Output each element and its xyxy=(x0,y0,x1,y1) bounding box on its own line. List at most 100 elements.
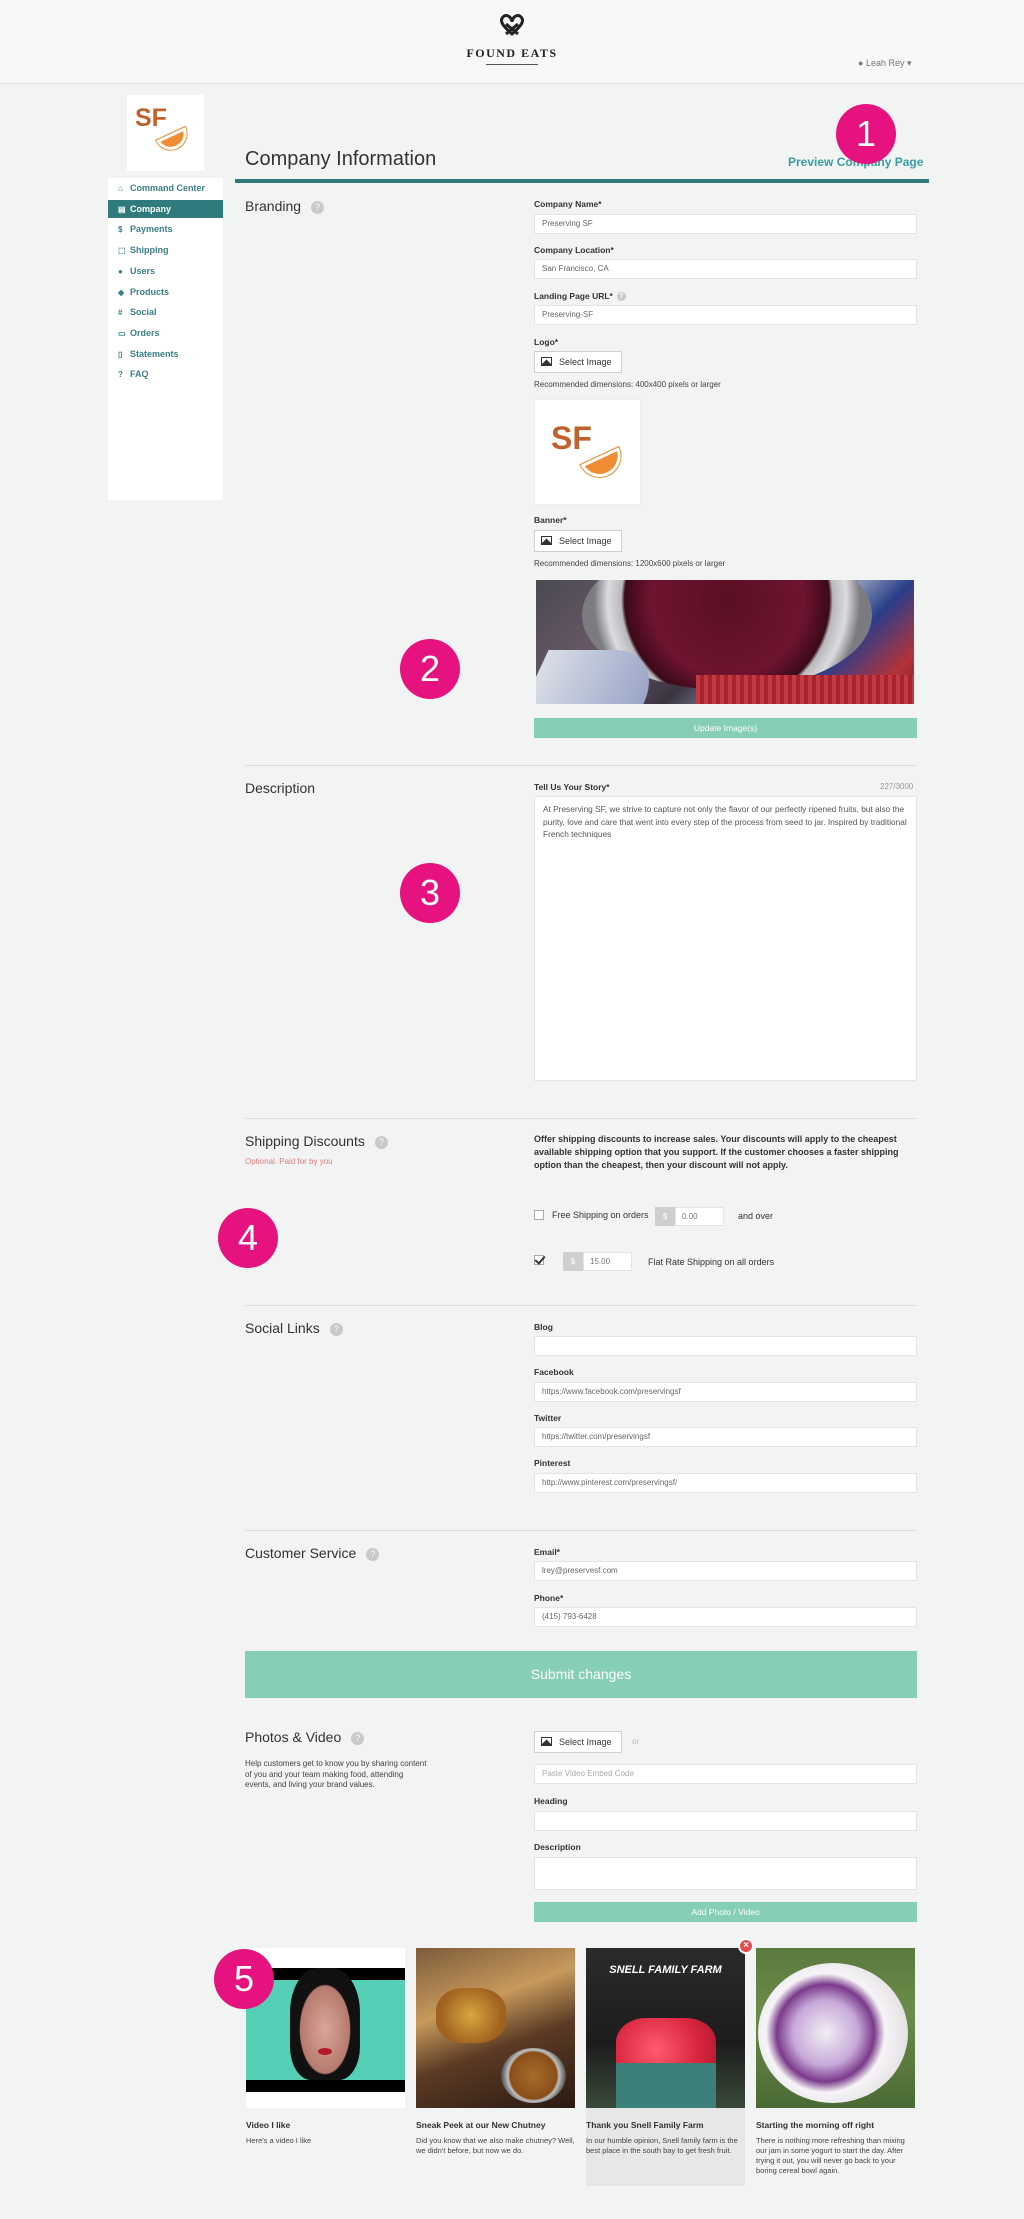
title-divider xyxy=(235,179,929,183)
sidebar-item-payments[interactable]: $ Payments xyxy=(108,220,223,238)
gallery-card[interactable]: Starting the morning off right There is … xyxy=(756,1948,915,2175)
card-text: Did you know that we also make chutney? … xyxy=(416,2136,575,2155)
shirt-text: SNELL FAMILY FARM xyxy=(609,1964,722,1976)
help-icon[interactable]: ? xyxy=(351,1731,365,1745)
card-text: There is nothing more refreshing than mi… xyxy=(756,2136,905,2175)
pretzel-logo-icon[interactable] xyxy=(497,12,527,42)
box-icon: ⬚ xyxy=(118,246,126,256)
social-section-title: Social Links? xyxy=(245,1320,343,1336)
sidebar-item-label: Shipping xyxy=(130,245,169,256)
annotation-badge: 1 xyxy=(836,104,896,164)
image-icon xyxy=(541,1737,552,1746)
chutney-toast xyxy=(436,1988,506,2043)
farm-photo: SNELL FAMILY FARM xyxy=(586,1948,745,2108)
help-icon[interactable]: ? xyxy=(374,1135,388,1149)
select-image-label: Select Image xyxy=(559,536,612,546)
user-menu[interactable]: ● Leah Rey ▾ xyxy=(858,58,912,69)
sidebar-item-orders[interactable]: ▭ Orders xyxy=(108,324,223,342)
video-embed-input[interactable]: Paste Video Embed Code xyxy=(534,1764,917,1784)
submit-changes-button[interactable]: Submit changes xyxy=(245,1651,917,1698)
email-input[interactable]: lrey@preservesf.com xyxy=(534,1561,917,1581)
sidebar-item-label: Company xyxy=(130,203,172,214)
logo-preview-text: SF xyxy=(551,420,592,456)
brand-name[interactable]: FOUND EATS xyxy=(466,46,557,61)
image-icon xyxy=(541,536,552,545)
card-title: Sneak Peek at our New Chutney xyxy=(416,2120,546,2130)
photo-description-textarea[interactable] xyxy=(534,1857,917,1890)
shipping-optional-note: Optional. Paid for by you xyxy=(245,1157,333,1166)
chutney-photo xyxy=(416,1948,575,2108)
user-icon: ● xyxy=(858,58,864,68)
and-over-label: and over xyxy=(738,1211,774,1221)
question-icon: ? xyxy=(118,370,123,380)
twitter-input[interactable]: https://twitter.com/preservingsf xyxy=(534,1427,917,1447)
sidebar-item-products[interactable]: ◆ Products xyxy=(108,283,223,301)
help-icon[interactable]: ? xyxy=(366,1547,380,1561)
annotation-badge: 2 xyxy=(400,639,460,699)
chutney-bowl xyxy=(501,2048,566,2103)
phone-input[interactable]: (415) 793-6428 xyxy=(534,1607,917,1627)
logo-preview: SF xyxy=(534,399,641,505)
dollar-icon: $ xyxy=(118,225,123,235)
heading-input[interactable] xyxy=(534,1811,917,1831)
description-section-title: Description xyxy=(245,780,316,796)
sidebar-item-company[interactable]: ▤ Company xyxy=(108,199,223,218)
flat-rate-amount-input[interactable]: 15.00 xyxy=(583,1252,632,1271)
photos-section-title: Photos & Video? xyxy=(245,1729,365,1745)
annotation-badge: 3 xyxy=(400,863,460,923)
sidebar-item-label: Command Center xyxy=(130,183,206,193)
sidebar-item-command-center[interactable]: ⌂ Command Center xyxy=(108,179,223,197)
help-icon[interactable]: ? xyxy=(311,200,325,214)
free-shipping-label: Free Shipping on orders xyxy=(552,1210,649,1220)
photos-title-text: Photos & Video xyxy=(245,1729,342,1745)
blog-input[interactable] xyxy=(534,1336,917,1356)
character-counter: 227/3000 xyxy=(880,782,914,791)
sidebar-item-social[interactable]: # Social xyxy=(108,303,223,321)
facebook-input[interactable]: https://www.facebook.com/preservingsf xyxy=(534,1382,917,1402)
story-textarea[interactable]: At Preserving SF, we strive to capture n… xyxy=(534,796,917,1081)
brand-underline xyxy=(486,64,538,65)
section-divider xyxy=(245,1530,917,1531)
video-lips xyxy=(318,2048,332,2055)
add-photo-video-button[interactable]: Add Photo / Video xyxy=(534,1902,917,1922)
gallery-card-selected[interactable]: SNELL FAMILY FARM Thank you Snell Family… xyxy=(586,1948,745,2186)
url-label-text: Landing Page URL* xyxy=(534,291,613,301)
berry-basket xyxy=(616,2063,716,2108)
sidebar-item-statements[interactable]: ▯ Statements xyxy=(108,345,223,363)
flat-rate-checkbox[interactable] xyxy=(534,1255,544,1265)
heading-label: Heading xyxy=(534,1796,568,1806)
annotation-badge: 5 xyxy=(214,1949,274,2009)
landing-page-url-input[interactable]: Preserving-SF xyxy=(534,305,917,325)
free-shipping-threshold-input[interactable]: 0.00 xyxy=(675,1207,724,1226)
close-icon[interactable]: × xyxy=(738,1938,754,1954)
facebook-label: Facebook xyxy=(534,1367,574,1377)
company-logo: SF xyxy=(127,95,204,171)
page-title: Company Information xyxy=(245,148,437,170)
pinterest-label: Pinterest xyxy=(534,1458,571,1468)
video-face xyxy=(290,1968,360,2080)
free-shipping-checkbox[interactable] xyxy=(534,1210,544,1220)
twitter-label: Twitter xyxy=(534,1413,562,1423)
sidebar-item-label: FAQ xyxy=(130,369,149,380)
help-icon[interactable]: ? xyxy=(329,1322,343,1336)
company-location-input[interactable]: San Francisco, CA xyxy=(534,259,917,279)
select-logo-button[interactable]: Select Image xyxy=(534,351,622,373)
logo-dimension-note: Recommended dimensions: 400x400 pixels o… xyxy=(534,380,721,389)
sidebar-item-users[interactable]: ● Users xyxy=(108,262,223,280)
sidebar-item-faq[interactable]: ? FAQ xyxy=(108,365,223,383)
photos-description: Help customers get to know you by sharin… xyxy=(245,1759,427,1789)
flat-rate-label: Flat Rate Shipping on all orders xyxy=(648,1257,775,1267)
document-icon: ▯ xyxy=(118,349,123,359)
red-cloth xyxy=(696,675,914,704)
update-images-button[interactable]: Update Image(s) xyxy=(534,718,917,738)
pinterest-input[interactable]: http://www.pinterest.com/preservingsf/ xyxy=(534,1473,917,1493)
help-icon[interactable]: ? xyxy=(616,292,626,302)
select-banner-button[interactable]: Select Image xyxy=(534,530,622,552)
sidebar-item-label: Social xyxy=(130,307,157,318)
gallery-card[interactable]: Sneak Peek at our New Chutney Did you kn… xyxy=(416,1948,575,2155)
select-image-label: Select Image xyxy=(559,357,612,367)
sidebar-item-shipping[interactable]: ⬚ Shipping xyxy=(108,241,223,259)
cart-icon: ▭ xyxy=(118,328,126,338)
select-photo-button[interactable]: Select Image xyxy=(534,1731,622,1753)
company-name-input[interactable]: Preserving SF xyxy=(534,214,917,234)
